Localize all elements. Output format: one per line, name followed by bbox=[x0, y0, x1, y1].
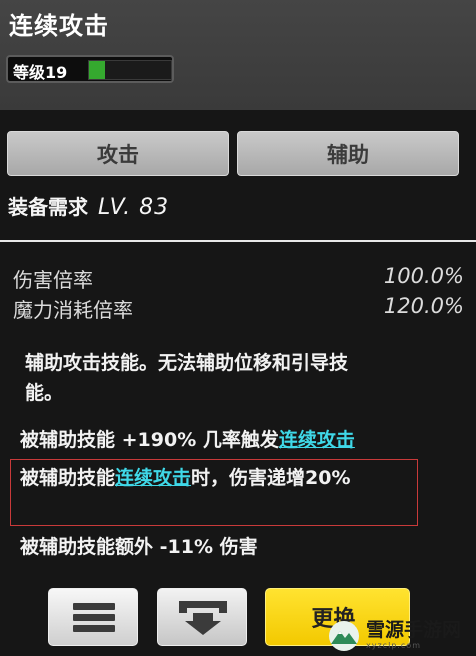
equip-requirement: 装备需求 LV. 83 bbox=[8, 191, 169, 220]
watermark-text: 雪源手游网 bbox=[366, 619, 462, 641]
effect-1-text: 被辅助技能 +190% 几率触发 bbox=[20, 429, 279, 451]
stat-mana-label: 魔力消耗倍率 bbox=[13, 298, 133, 322]
level-progress-bar bbox=[88, 60, 172, 80]
site-watermark: 雪源手游网 xyzclp.com bbox=[328, 615, 476, 656]
effect-damage-increase: 被辅助技能连续攻击时，伤害递增20% bbox=[20, 463, 410, 493]
requirement-level: LV. 83 bbox=[98, 195, 170, 220]
menu-icon bbox=[73, 603, 115, 633]
stat-mana-value: 120.0% bbox=[383, 294, 464, 318]
tab-support[interactable]: 辅助 bbox=[237, 131, 459, 176]
section-divider bbox=[0, 240, 476, 242]
effect-2-link[interactable]: 连续攻击 bbox=[115, 467, 191, 489]
skill-title: 连续攻击 bbox=[9, 12, 109, 40]
stat-damage-label: 伤害倍率 bbox=[13, 268, 93, 292]
effect-2-text: 被辅助技能 bbox=[20, 467, 116, 489]
mountain-logo-icon bbox=[329, 620, 359, 651]
level-progress-fill bbox=[89, 61, 106, 79]
effect-trigger-chance: 被辅助技能 +190% 几率触发连续攻击 bbox=[20, 425, 355, 452]
menu-button[interactable] bbox=[48, 588, 138, 646]
skill-header: 连续攻击 等级19 bbox=[0, 0, 476, 110]
requirement-label: 装备需求 bbox=[8, 195, 88, 219]
download-arrow-icon bbox=[179, 601, 227, 635]
effect-1-link[interactable]: 连续攻击 bbox=[279, 429, 355, 451]
tab-attack[interactable]: 攻击 bbox=[7, 131, 229, 176]
watermark-url: xyzclp.com bbox=[366, 641, 421, 650]
effect-2-suffix: 时，伤害递增20% bbox=[191, 467, 351, 489]
stat-damage-value: 100.0% bbox=[383, 264, 464, 288]
unequip-button[interactable] bbox=[157, 588, 247, 646]
skill-description: 辅助攻击技能。无法辅助位移和引导技能。 bbox=[25, 352, 349, 404]
effect-extra-damage: 被辅助技能额外 -11% 伤害 bbox=[20, 536, 258, 558]
level-indicator: 等级19 bbox=[6, 55, 174, 83]
level-label: 等级19 bbox=[13, 63, 68, 82]
